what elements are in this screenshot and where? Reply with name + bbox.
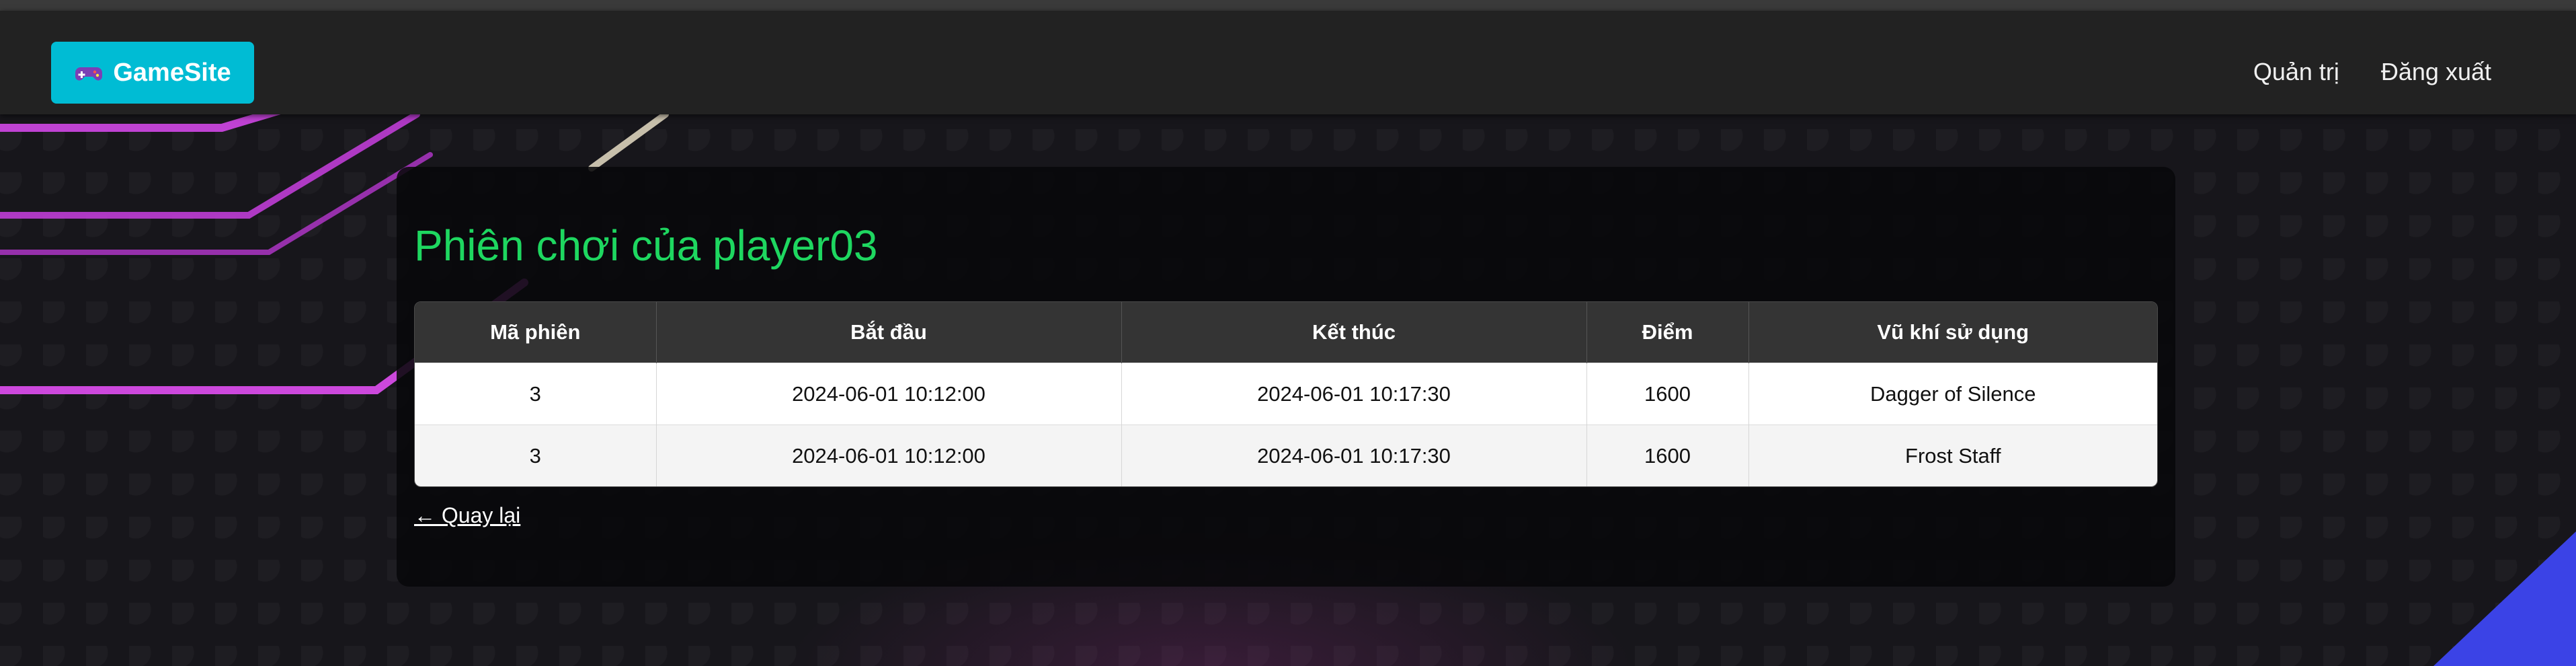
- back-link[interactable]: ← Quay lại: [414, 503, 520, 528]
- page-title: Phiên chơi của player03: [414, 221, 878, 270]
- nav-link-admin[interactable]: Quản trị: [2253, 58, 2339, 86]
- cell-score: 1600: [1586, 363, 1749, 425]
- sessions-panel: Phiên chơi của player03 Mã phiên Bắt đầu…: [397, 167, 2175, 587]
- sessions-table-container: Mã phiên Bắt đầu Kết thúc Điểm Vũ khí sử…: [414, 301, 2158, 487]
- table-row: 3 2024-06-01 10:12:00 2024-06-01 10:17:3…: [415, 424, 2157, 486]
- table-row: 3 2024-06-01 10:12:00 2024-06-01 10:17:3…: [415, 363, 2157, 425]
- cell-score: 1600: [1586, 424, 1749, 486]
- nav-link-logout[interactable]: Đăng xuất: [2381, 58, 2491, 86]
- table-header-row: Mã phiên Bắt đầu Kết thúc Điểm Vũ khí sử…: [415, 302, 2157, 363]
- cell-start: 2024-06-01 10:12:00: [656, 424, 1122, 486]
- sessions-table: Mã phiên Bắt đầu Kết thúc Điểm Vũ khí sử…: [415, 302, 2157, 486]
- cell-start: 2024-06-01 10:12:00: [656, 363, 1122, 425]
- brand-label: GameSite: [113, 58, 231, 87]
- corner-accent-decoration: [2433, 531, 2576, 666]
- brand-logo-button[interactable]: GameSite: [51, 42, 254, 104]
- cell-session-id: 3: [415, 424, 657, 486]
- window-top-border: [0, 0, 2576, 11]
- column-header-score: Điểm: [1586, 302, 1749, 363]
- nav-links: Quản trị Đăng xuất: [2253, 58, 2491, 86]
- column-header-end: Kết thúc: [1121, 302, 1587, 363]
- cell-weapon: Frost Staff: [1748, 424, 2157, 486]
- gamepad-icon: [74, 58, 104, 87]
- column-header-weapon: Vũ khí sử dụng: [1748, 302, 2157, 363]
- cell-end: 2024-06-01 10:17:30: [1121, 363, 1587, 425]
- column-header-start: Bắt đầu: [656, 302, 1122, 363]
- cell-end: 2024-06-01 10:17:30: [1121, 424, 1587, 486]
- column-header-session-id: Mã phiên: [415, 302, 657, 363]
- navbar: GameSite Quản trị Đăng xuất: [0, 11, 2576, 114]
- cell-session-id: 3: [415, 363, 657, 425]
- cell-weapon: Dagger of Silence: [1748, 363, 2157, 425]
